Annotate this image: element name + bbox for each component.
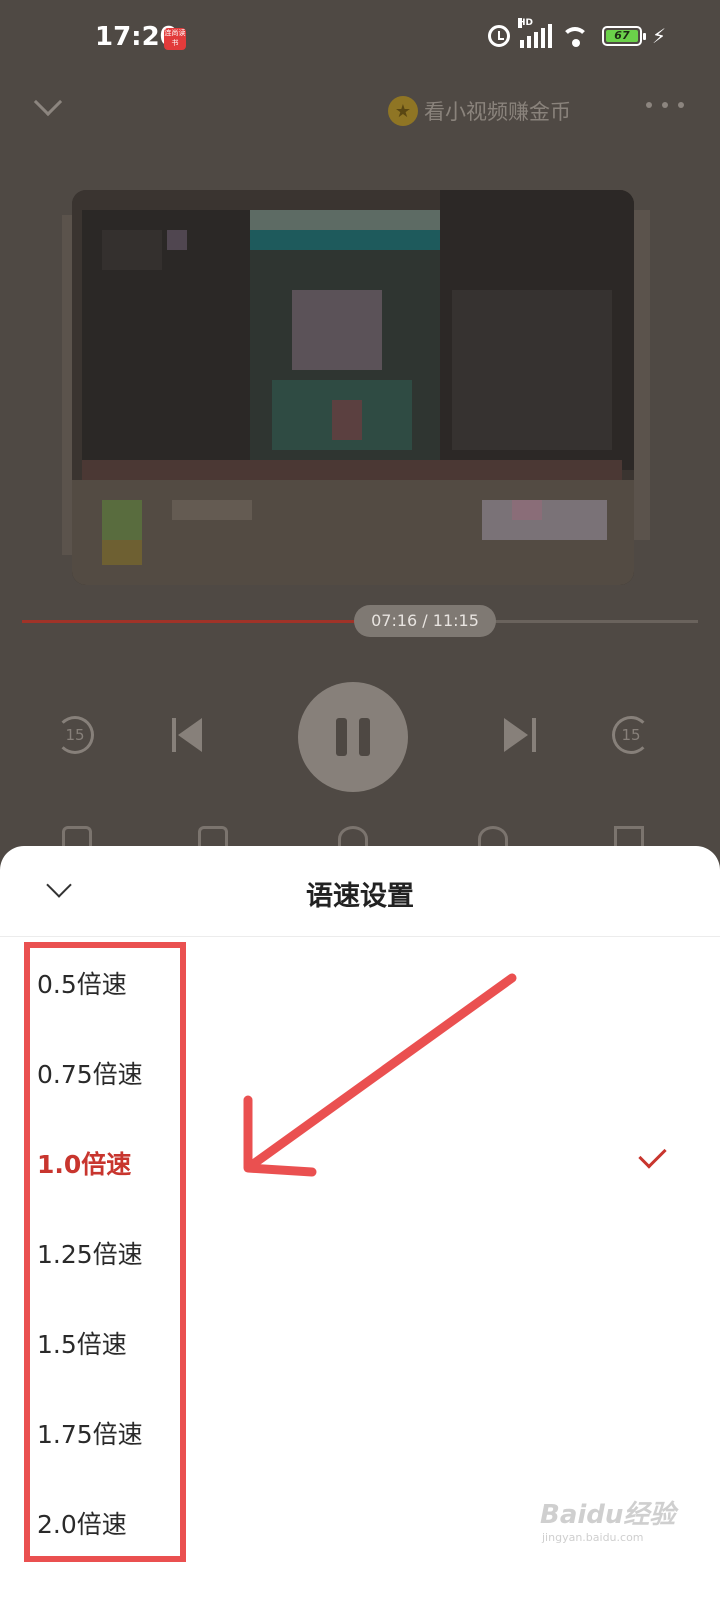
pause-button[interactable] — [298, 682, 408, 792]
speed-option[interactable]: 1.0倍速 — [0, 1117, 720, 1207]
speed-option[interactable]: 1.75倍速 — [0, 1387, 720, 1477]
previous-track-icon[interactable] — [172, 718, 204, 752]
watermark-logo: Baidu经验 — [540, 1500, 676, 1530]
cellular-signal-icon: HD — [517, 18, 552, 48]
forward-15-icon[interactable]: 15 — [612, 716, 650, 754]
speed-option-label: 0.5倍速 — [37, 970, 127, 999]
speed-option-list: 0.5倍速 0.75倍速 1.0倍速 1.25倍速 1.5倍速 1.75倍速 2.0倍速 — [0, 937, 720, 1567]
more-options-icon[interactable] — [646, 102, 684, 108]
cover-image-pixelated — [72, 190, 634, 585]
battery-level: 67 — [605, 30, 638, 42]
speed-option[interactable]: 0.75倍速 — [0, 1027, 720, 1117]
watermark-url: jingyan.baidu.com — [542, 1531, 644, 1544]
collapse-player-icon[interactable] — [33, 87, 63, 117]
speed-settings-sheet: 语速设置 0.5倍速 0.75倍速 1.0倍速 1.25倍速 1.5倍速 1.75倍速 2.… — [0, 846, 720, 1600]
rewind-15-icon[interactable]: 15 — [56, 716, 94, 754]
next-track-icon[interactable] — [504, 718, 536, 752]
coin-banner-label: 看小视频赚金币 — [424, 100, 571, 124]
speed-option[interactable]: 1.25倍速 — [0, 1207, 720, 1297]
coin-banner[interactable]: ★ 看小视频赚金币 — [388, 96, 571, 126]
network-type: HD — [517, 18, 533, 28]
sheet-header: 语速设置 — [0, 846, 720, 937]
wifi-icon — [561, 25, 592, 47]
watermark: Baidu经验 jingyan.baidu.com — [540, 1494, 675, 1544]
app-notification-icon: 连尚读书 — [164, 28, 186, 50]
speed-option-label: 1.5倍速 — [37, 1330, 127, 1359]
playback-time: 07:16 / 11:15 — [354, 605, 496, 637]
mosaic-cover — [72, 190, 634, 585]
sheet-title: 语速设置 — [306, 881, 414, 912]
speed-option[interactable]: 0.5倍速 — [0, 937, 720, 1027]
battery-icon: 67 — [601, 26, 646, 46]
coin-icon: ★ — [388, 96, 418, 126]
speed-option-label: 1.0倍速 — [37, 1150, 132, 1179]
playback-controls: 15 15 — [0, 680, 720, 792]
speed-option-label: 1.25倍速 — [37, 1240, 143, 1269]
speed-option-label: 0.75倍速 — [37, 1060, 143, 1089]
alarm-icon — [487, 25, 510, 47]
speed-option-label: 1.75倍速 — [37, 1420, 143, 1449]
status-icons: HD 67 ⚡ — [487, 18, 666, 48]
checkmark-icon — [638, 1140, 667, 1169]
status-bar: 17:20 连尚读书 HD 67 ⚡ — [0, 0, 720, 80]
speed-option[interactable]: 1.5倍速 — [0, 1297, 720, 1387]
charging-icon: ⚡ — [651, 24, 666, 48]
speed-option-label: 2.0倍速 — [37, 1510, 127, 1539]
